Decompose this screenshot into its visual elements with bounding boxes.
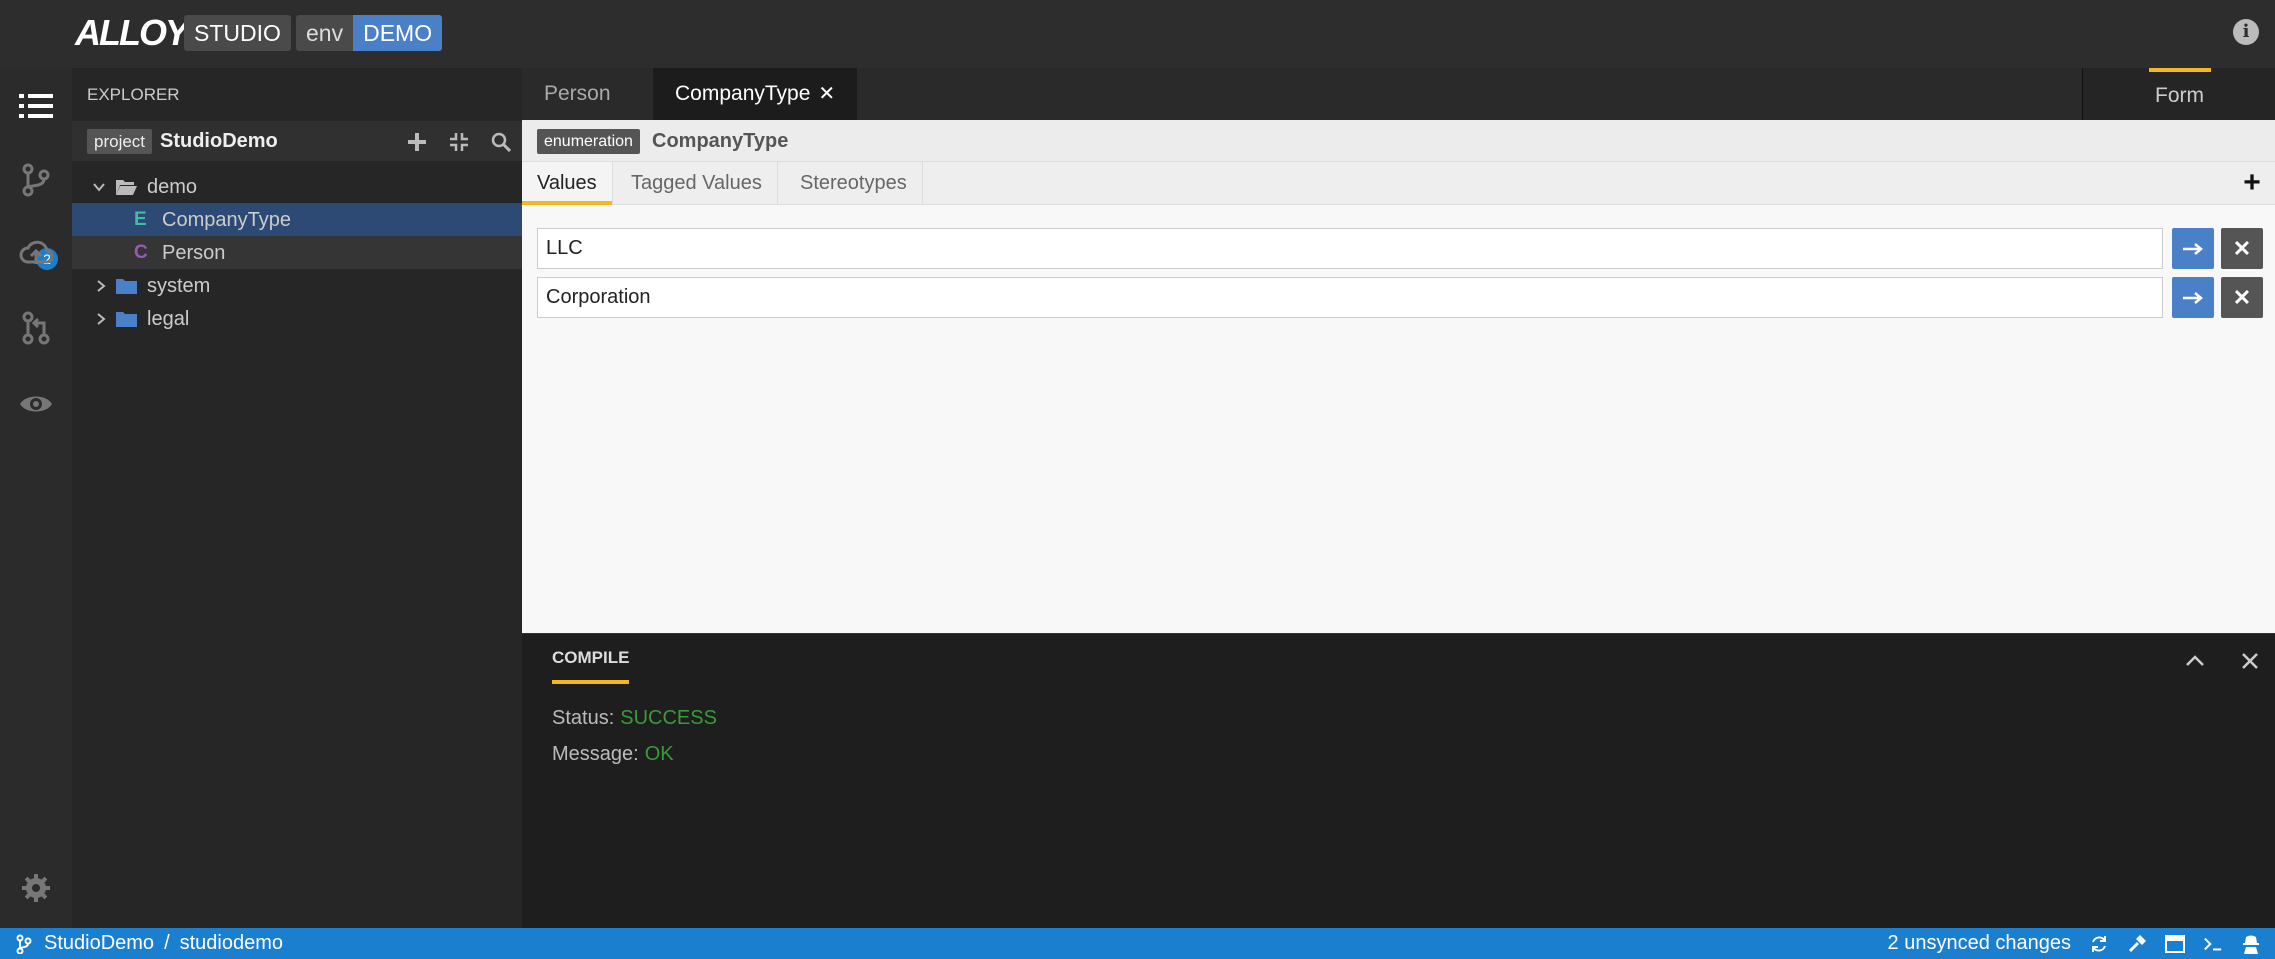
explorer-panel: EXPLORER project StudioDemo demo E Compa… xyxy=(72,68,522,928)
hammer-icon[interactable] xyxy=(2127,934,2147,954)
chevron-right-icon[interactable] xyxy=(94,312,108,326)
element-header: enumeration CompanyType xyxy=(522,120,2275,162)
tree-item-label: system xyxy=(147,275,211,297)
active-indicator xyxy=(552,680,629,684)
review-icon[interactable] xyxy=(0,298,72,358)
alloy-logo: ALLOY xyxy=(75,12,189,53)
active-indicator xyxy=(522,201,612,205)
folder-icon xyxy=(116,312,137,327)
add-value-button[interactable]: + xyxy=(2239,168,2265,198)
tab-person[interactable]: Person xyxy=(522,68,633,120)
tree-item-demo[interactable]: demo xyxy=(72,170,522,203)
explorer-icon[interactable] xyxy=(0,76,72,136)
add-element-icon[interactable] xyxy=(404,129,430,155)
tab-label: Person xyxy=(544,82,611,105)
cloud-sync-icon[interactable] xyxy=(0,223,72,283)
enumeration-icon: E xyxy=(134,209,147,230)
subtab-label: Tagged Values xyxy=(631,172,762,194)
workspace-info[interactable]: StudioDemo / studiodemo xyxy=(14,928,283,959)
element-type-badge: enumeration xyxy=(537,129,640,154)
status-label: Status: xyxy=(552,707,615,729)
message-label: Message: xyxy=(552,743,639,765)
workspace-name: studiodemo xyxy=(179,932,284,954)
local-changes-icon[interactable] xyxy=(0,150,72,210)
tree-item-label: Person xyxy=(162,242,226,264)
enumeration-editor: enumeration CompanyType Values Tagged Va… xyxy=(522,120,2275,633)
close-panel-icon[interactable] xyxy=(2237,648,2263,674)
tab-companytype[interactable]: CompanyType ✕ xyxy=(653,68,858,120)
tab-label: CompanyType xyxy=(675,82,811,105)
subtab-values[interactable]: Values xyxy=(522,162,613,205)
terminal-icon[interactable] xyxy=(2203,934,2223,954)
editor-tabs-bar: Person CompanyType ✕ Form xyxy=(522,68,2275,120)
status-actions: 2 unsynced changes xyxy=(1888,928,2261,959)
activity-bar: 2 xyxy=(0,68,72,928)
env-value: DEMO xyxy=(353,15,443,51)
arrow-right-icon xyxy=(2183,291,2203,304)
env-badge: env DEMO xyxy=(296,15,443,51)
project-header: project StudioDemo xyxy=(72,121,522,161)
subtab-tagged-values[interactable]: Tagged Values xyxy=(616,162,778,205)
delete-value-button[interactable]: ✕ xyxy=(2221,277,2263,318)
tree-item-legal[interactable]: legal xyxy=(72,302,522,335)
path-separator: / xyxy=(164,932,170,954)
form-mode-label: Form xyxy=(2155,84,2204,107)
close-icon[interactable]: ✕ xyxy=(818,83,835,105)
view-icon[interactable] xyxy=(0,374,72,434)
project-badge: project xyxy=(87,129,153,154)
project-name: StudioDemo xyxy=(44,932,155,954)
go-to-value-button[interactable] xyxy=(2172,277,2214,318)
status-value: SUCCESS xyxy=(620,707,717,729)
folder-icon xyxy=(116,279,137,294)
tree-item-label: CompanyType xyxy=(162,209,291,231)
tree-item-label: demo xyxy=(147,176,198,198)
chevron-right-icon[interactable] xyxy=(94,279,108,293)
folder-open-icon xyxy=(116,180,137,195)
tree-item-companytype[interactable]: E CompanyType xyxy=(72,203,522,236)
project-name: StudioDemo xyxy=(160,130,278,152)
collapse-all-icon[interactable] xyxy=(446,129,472,155)
window-icon[interactable] xyxy=(2165,934,2185,954)
top-bar: ALLOY STUDIO env DEMO i xyxy=(0,0,2275,68)
compile-panel: COMPILE Status: SUCCESS Message: OK xyxy=(522,633,2275,928)
tree-item-person[interactable]: C Person xyxy=(72,236,522,269)
enum-value-input[interactable] xyxy=(537,228,2163,269)
subtab-label: Stereotypes xyxy=(800,172,907,194)
chevron-down-icon[interactable] xyxy=(92,180,106,194)
tree-item-system[interactable]: system xyxy=(72,269,522,302)
form-mode-tab[interactable]: Form xyxy=(2082,68,2275,120)
subtab-stereotypes[interactable]: Stereotypes xyxy=(785,162,923,205)
branch-icon xyxy=(14,934,34,954)
hacker-mode-icon[interactable] xyxy=(2241,934,2261,954)
tree-item-label: legal xyxy=(147,308,190,330)
search-icon[interactable] xyxy=(488,129,514,155)
compile-message: Message: OK xyxy=(552,743,674,766)
studio-badge: STUDIO xyxy=(184,15,291,51)
message-value: OK xyxy=(644,743,674,765)
arrow-right-icon xyxy=(2183,242,2203,255)
compile-tab[interactable]: COMPILE xyxy=(552,648,629,668)
info-icon[interactable]: i xyxy=(2233,19,2259,45)
subtab-label: Values xyxy=(537,172,597,194)
sync-icon[interactable] xyxy=(2089,934,2109,954)
status-bar: StudioDemo / studiodemo 2 unsynced chang… xyxy=(0,928,2275,959)
env-label: env xyxy=(296,15,354,51)
go-to-value-button[interactable] xyxy=(2172,228,2214,269)
explorer-title: EXPLORER xyxy=(87,85,180,104)
delete-value-button[interactable]: ✕ xyxy=(2221,228,2263,269)
unsynced-changes[interactable]: 2 unsynced changes xyxy=(1888,932,2071,955)
enum-value-input[interactable] xyxy=(537,277,2163,318)
class-icon: C xyxy=(134,242,148,263)
chevron-up-icon[interactable] xyxy=(2182,648,2208,674)
compile-status: Status: SUCCESS xyxy=(552,707,717,730)
element-name: CompanyType xyxy=(652,130,789,152)
settings-icon[interactable] xyxy=(0,858,72,918)
editor-subtabs: Values Tagged Values Stereotypes xyxy=(522,162,2275,205)
